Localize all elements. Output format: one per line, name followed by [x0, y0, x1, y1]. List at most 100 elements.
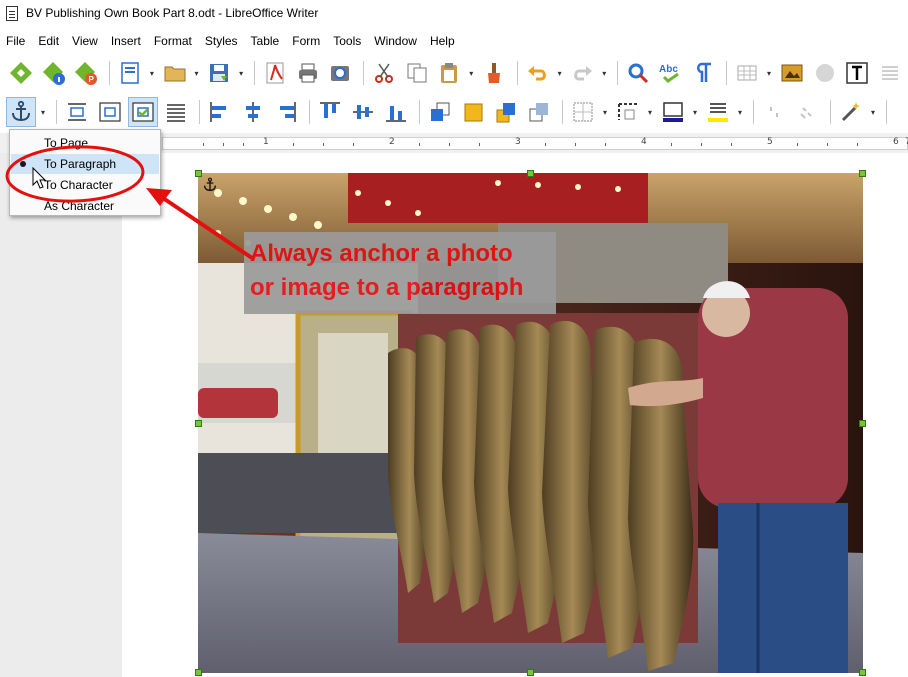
horizontal-ruler[interactable]: 1 2 3 4 5 6 7: [162, 137, 908, 150]
align-bottom-button[interactable]: [381, 97, 411, 127]
chevron-down-icon[interactable]: ▾: [467, 58, 475, 88]
menu-insert[interactable]: Insert: [105, 34, 148, 48]
save-button[interactable]: [204, 58, 234, 88]
export-epub-info-button[interactable]: [39, 58, 69, 88]
forward-one-button[interactable]: [458, 97, 488, 127]
wrap-through-button[interactable]: [161, 97, 191, 127]
align-top-button[interactable]: [315, 97, 345, 127]
resize-handle[interactable]: [195, 170, 202, 177]
export-pdf-button[interactable]: [260, 58, 290, 88]
unlink-frames-button[interactable]: [792, 97, 822, 127]
menu-bar: File Edit View Insert Format Styles Tabl…: [0, 30, 908, 52]
menu-table[interactable]: Table: [245, 34, 287, 48]
menu-view[interactable]: View: [66, 34, 105, 48]
borders-button[interactable]: [568, 97, 598, 127]
border-color-button[interactable]: [658, 97, 688, 127]
menu-file[interactable]: File: [0, 34, 32, 48]
chevron-down-icon[interactable]: ▾: [148, 58, 156, 88]
pdf-icon: [266, 62, 284, 84]
chevron-down-icon[interactable]: ▾: [601, 97, 609, 127]
resize-handle[interactable]: [527, 170, 534, 177]
page-wrap-button[interactable]: [95, 97, 125, 127]
chevron-down-icon[interactable]: ▾: [193, 58, 201, 88]
export-epub-p-button[interactable]: P: [71, 58, 101, 88]
menu-form[interactable]: Form: [286, 34, 327, 48]
wrap-off-button[interactable]: [62, 97, 92, 127]
chevron-down-icon[interactable]: ▾: [600, 58, 608, 88]
spellcheck-icon: Abc: [659, 64, 679, 83]
ruler-tick: [671, 143, 672, 146]
insert-image-button[interactable]: [777, 58, 807, 88]
chevron-down-icon[interactable]: ▾: [765, 58, 773, 88]
send-to-back-button[interactable]: [524, 97, 554, 127]
ruler-tick: [827, 143, 828, 146]
chevron-down-icon[interactable]: ▾: [736, 97, 744, 127]
anchor-button[interactable]: [6, 97, 36, 127]
autoformat-button[interactable]: [836, 97, 866, 127]
menu-format[interactable]: Format: [148, 34, 199, 48]
radio-selected-icon: [20, 161, 26, 167]
resize-handle[interactable]: [195, 420, 202, 427]
bring-to-front-button[interactable]: [425, 97, 455, 127]
clone-formatting-button[interactable]: [479, 58, 509, 88]
toolbar-separator: [109, 61, 111, 85]
anchor-marker-icon[interactable]: [202, 177, 218, 193]
ruler-label: 3: [515, 137, 521, 147]
chevron-down-icon[interactable]: ▾: [869, 97, 877, 127]
menu-item-as-character[interactable]: As Character: [11, 196, 159, 216]
align-left-button[interactable]: [205, 97, 235, 127]
chevron-down-icon[interactable]: ▾: [691, 97, 699, 127]
chevron-down-icon[interactable]: ▾: [556, 58, 564, 88]
annotation-line-1: Always anchor a photo: [250, 240, 513, 267]
undo-button[interactable]: [523, 58, 553, 88]
menu-window[interactable]: Window: [368, 34, 424, 48]
align-right-button[interactable]: [271, 97, 301, 127]
printer-icon: [298, 63, 317, 83]
spelling-button[interactable]: Abc: [656, 58, 686, 88]
find-replace-button[interactable]: [623, 58, 653, 88]
resize-handle[interactable]: [859, 669, 866, 676]
insert-table-button[interactable]: [732, 58, 762, 88]
insert-chart-button[interactable]: [810, 58, 840, 88]
folder-icon: [164, 66, 186, 82]
resize-handle[interactable]: [195, 669, 202, 676]
ruler-tick: [701, 143, 702, 146]
resize-handle[interactable]: [859, 170, 866, 177]
chevron-down-icon[interactable]: ▾: [237, 58, 245, 88]
menu-item-to-paragraph[interactable]: To Paragraph: [11, 154, 159, 174]
border-style-button[interactable]: [613, 97, 643, 127]
insert-page-break-button[interactable]: [875, 58, 905, 88]
toolbar-separator: [363, 61, 365, 85]
toolbar-separator: [56, 100, 57, 124]
toolbar-separator: [753, 100, 754, 124]
menu-item-to-page[interactable]: To Page: [11, 133, 159, 153]
menu-help[interactable]: Help: [424, 34, 462, 48]
copy-button[interactable]: [402, 58, 432, 88]
print-button[interactable]: [293, 58, 323, 88]
align-center-button[interactable]: [238, 97, 268, 127]
open-button[interactable]: [160, 58, 190, 88]
new-document-button[interactable]: [115, 58, 145, 88]
redo-button[interactable]: [568, 58, 598, 88]
resize-handle[interactable]: [527, 669, 534, 676]
save-icon: [210, 64, 229, 82]
paste-button[interactable]: [435, 58, 465, 88]
area-fill-button[interactable]: [703, 97, 733, 127]
formatting-marks-button[interactable]: [689, 58, 719, 88]
print-preview-button[interactable]: [325, 58, 355, 88]
insert-text-box-button[interactable]: [842, 58, 872, 88]
align-middle-button[interactable]: [348, 97, 378, 127]
menu-styles[interactable]: Styles: [199, 34, 245, 48]
new-document-icon: [121, 62, 139, 84]
cut-button[interactable]: [369, 58, 399, 88]
link-frames-button[interactable]: [759, 97, 789, 127]
optimal-wrap-button[interactable]: [128, 97, 158, 127]
chevron-down-icon[interactable]: ▾: [39, 97, 47, 127]
resize-handle[interactable]: [859, 420, 866, 427]
chevron-down-icon[interactable]: ▾: [646, 97, 654, 127]
export-epub-button[interactable]: [6, 58, 36, 88]
back-one-button[interactable]: [491, 97, 521, 127]
menu-edit[interactable]: Edit: [32, 34, 66, 48]
menu-item-to-character[interactable]: To Character: [11, 175, 159, 195]
menu-tools[interactable]: Tools: [327, 34, 368, 48]
